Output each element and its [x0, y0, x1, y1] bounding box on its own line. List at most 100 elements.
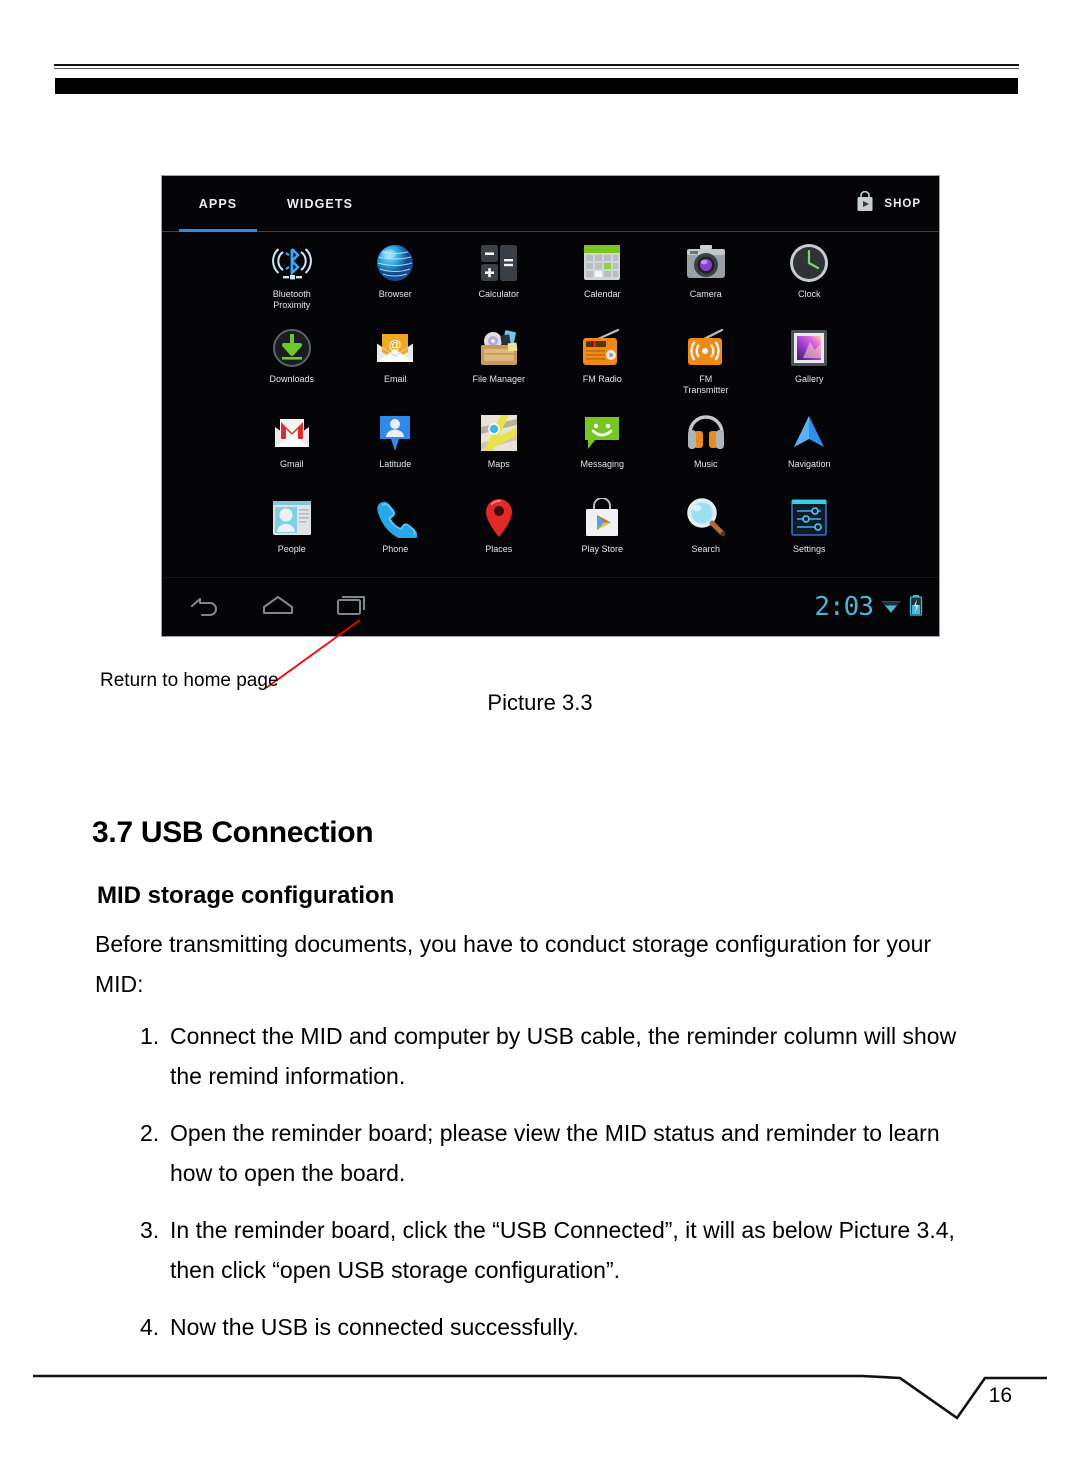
fm-radio-icon [579, 325, 625, 371]
messaging-icon [579, 410, 625, 456]
list-item-number: 4. [140, 1314, 160, 1340]
app-item[interactable]: Calculator [447, 236, 551, 321]
battery-charging-icon [909, 594, 923, 621]
shop-button[interactable]: SHOP [855, 176, 921, 232]
app-label: Browser [378, 289, 412, 299]
app-label: Music [693, 459, 718, 469]
app-item[interactable]: Clock [758, 236, 862, 321]
people-icon [269, 495, 315, 541]
maps-icon [476, 410, 522, 456]
bluetooth-proximity-icon [269, 240, 315, 286]
app-item[interactable]: Gallery [758, 321, 862, 406]
list-item-text: Open the reminder board; please view the… [170, 1120, 940, 1186]
app-item[interactable]: Downloads [240, 321, 344, 406]
sub-section-title: MID storage configuration [97, 882, 395, 909]
app-item[interactable]: Gmail [240, 406, 344, 491]
app-item[interactable]: People [240, 491, 344, 576]
app-item[interactable]: Settings [758, 491, 862, 576]
play-store-icon [579, 495, 625, 541]
tab-apps[interactable]: APPS [179, 176, 257, 232]
phone-handset-icon [372, 495, 418, 541]
app-label: Calculator [478, 289, 520, 299]
app-label: Search [691, 544, 721, 554]
app-label: Gallery [794, 374, 824, 384]
clock-icon [786, 240, 832, 286]
latitude-icon [372, 410, 418, 456]
app-label: Email [383, 374, 407, 384]
home-icon[interactable] [260, 590, 296, 625]
list-item-text: In the reminder board, click the “USB Co… [170, 1217, 955, 1283]
fm-transmitter-icon [683, 325, 729, 371]
list-item: 1. Connect the MID and computer by USB c… [140, 1016, 960, 1096]
app-item[interactable]: Browser [344, 236, 448, 321]
app-label: File Manager [472, 374, 526, 384]
app-item[interactable]: FM Transmitter [654, 321, 758, 406]
app-item[interactable]: @ Email [344, 321, 448, 406]
gallery-icon [786, 325, 832, 371]
list-item-number: 3. [140, 1217, 160, 1243]
settings-sliders-icon [786, 495, 832, 541]
app-label: Play Store [581, 544, 624, 554]
app-item[interactable]: Places [447, 491, 551, 576]
status-area: 2:03 [814, 578, 923, 636]
list-item-number: 2. [140, 1120, 160, 1146]
app-label: Settings [792, 544, 826, 554]
recent-apps-icon[interactable] [334, 590, 370, 625]
app-grid: Bluetooth Proximity Browser Calculator C… [162, 236, 939, 576]
page-number: 16 [988, 1384, 1012, 1407]
app-label: Gmail [279, 459, 304, 469]
launcher-tab-bar: APPS WIDGETS SHOP [162, 176, 939, 232]
app-label: Downloads [269, 374, 315, 384]
places-pin-icon [476, 495, 522, 541]
system-bar: 2:03 [162, 577, 939, 636]
email-envelope-icon: @ [372, 325, 418, 371]
app-label: FM Radio [582, 374, 622, 384]
app-label: Latitude [379, 459, 412, 469]
app-label: FM Transmitter [683, 374, 729, 395]
camera-icon [683, 240, 729, 286]
app-item[interactable]: File Manager [447, 321, 551, 406]
app-item[interactable]: Music [654, 406, 758, 491]
app-label: People [277, 544, 306, 554]
figure-caption: Picture 3.3 [487, 690, 593, 715]
app-label: Navigation [787, 459, 831, 469]
app-item[interactable]: Navigation [758, 406, 862, 491]
app-item[interactable]: Calendar [551, 236, 655, 321]
shop-label: SHOP [884, 198, 921, 210]
wifi-icon [879, 595, 903, 620]
list-item-text: Now the USB is connected successfully. [170, 1314, 579, 1340]
gmail-icon [269, 410, 315, 456]
tab-divider [162, 231, 939, 232]
calculator-icon [476, 240, 522, 286]
search-magnifier-icon [683, 495, 729, 541]
app-label: Phone [382, 544, 409, 554]
header-bar [55, 78, 1018, 94]
app-item[interactable]: Play Store [551, 491, 655, 576]
navigation-buttons [188, 590, 370, 625]
list-item: 2. Open the reminder board; please view … [140, 1113, 960, 1193]
header-rule-hairline [54, 68, 1019, 69]
shopping-bag-play-icon [855, 190, 875, 218]
section-title: 3.7 USB Connection [92, 816, 374, 849]
browser-globe-icon [372, 240, 418, 286]
app-item[interactable]: Messaging [551, 406, 655, 491]
intro-paragraph: Before transmitting documents, you have … [95, 931, 932, 997]
app-label: Bluetooth Proximity [272, 289, 311, 310]
calendar-icon [579, 240, 625, 286]
list-item: 4. Now the USB is connected successfully… [140, 1307, 960, 1347]
app-item[interactable]: Search [654, 491, 758, 576]
footer-rule [33, 1374, 1047, 1420]
list-item: 3. In the reminder board, click the “USB… [140, 1210, 960, 1290]
app-label: Calendar [583, 289, 621, 299]
app-label: Clock [797, 289, 821, 299]
app-item[interactable]: Phone [344, 491, 448, 576]
tab-widgets[interactable]: WIDGETS [265, 176, 375, 232]
app-item[interactable]: FM Radio [551, 321, 655, 406]
steps-list: 1. Connect the MID and computer by USB c… [140, 1016, 960, 1364]
back-icon[interactable] [188, 590, 222, 625]
list-item-text: Connect the MID and computer by USB cabl… [170, 1023, 957, 1089]
app-item[interactable]: Camera [654, 236, 758, 321]
app-item[interactable]: Maps [447, 406, 551, 491]
app-item[interactable]: Bluetooth Proximity [240, 236, 344, 321]
app-item[interactable]: Latitude [344, 406, 448, 491]
